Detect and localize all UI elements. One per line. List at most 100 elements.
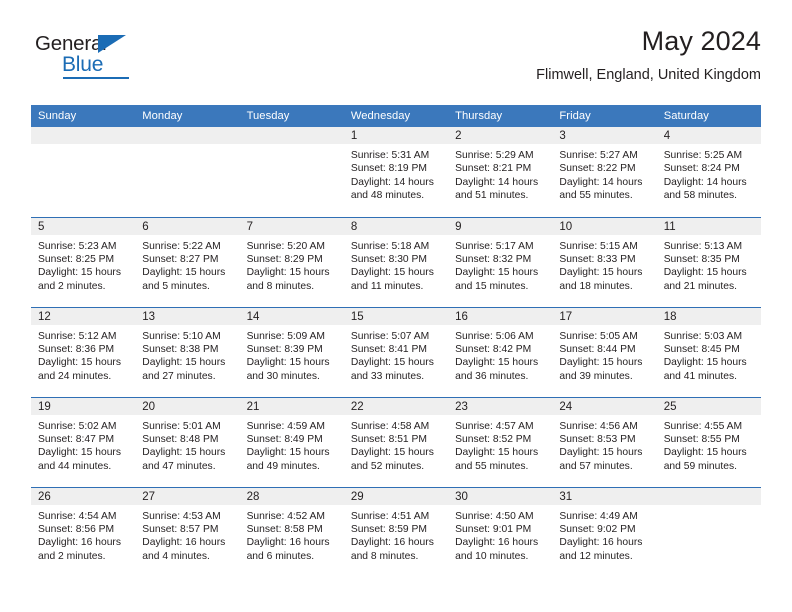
calendar-day-cell[interactable]: 17 Sunrise: 5:05 AM Sunset: 8:44 PM Dayligh… (552, 306, 657, 397)
daylight-text-line2: and 49 minutes. (246, 460, 320, 472)
calendar-day-cell[interactable]: 14 Sunrise: 5:09 AM Sunset: 8:39 PM Dayligh… (239, 306, 344, 397)
daylight-text-line2: and 24 minutes. (38, 370, 112, 382)
calendar-day-cell[interactable]: 2 Sunrise: 5:29 AM Sunset: 8:21 PM Daylight… (448, 127, 553, 217)
sunrise-text: Sunrise: 4:56 AM (559, 420, 638, 432)
sunset-text: Sunset: 8:30 PM (350, 253, 427, 265)
weekday-header-tuesday: Tuesday (239, 105, 344, 127)
calendar-day-cell[interactable]: 12 Sunrise: 5:12 AM Sunset: 8:36 PM Dayligh… (31, 306, 136, 397)
sunrise-text: Sunrise: 4:52 AM (246, 510, 325, 522)
general-blue-logo[interactable]: General Blue (35, 32, 155, 80)
day-number: 28 (239, 487, 344, 505)
calendar-day-cell[interactable]: 20 Sunrise: 5:01 AM Sunset: 8:48 PM Dayligh… (135, 396, 240, 487)
calendar-day-cell[interactable]: 22 Sunrise: 4:58 AM Sunset: 8:51 PM Dayligh… (343, 396, 449, 487)
calendar-day-cell[interactable]: 28 Sunrise: 4:52 AM Sunset: 8:58 PM Dayligh… (239, 486, 344, 577)
sunset-text: Sunset: 8:21 PM (455, 163, 532, 175)
calendar-day-cell[interactable]: 5 Sunrise: 5:23 AM Sunset: 8:25 PM Daylight… (31, 216, 136, 307)
day-cell-inner: 4 Sunrise: 5:25 AM Sunset: 8:24 PM Daylight… (656, 127, 761, 217)
day-cell-details: Sunrise: 4:50 AM Sunset: 9:01 PM Daylight:… (448, 505, 552, 564)
day-cell-inner: 15 Sunrise: 5:07 AM Sunset: 8:41 PM Dayligh… (343, 307, 449, 397)
calendar-day-cell[interactable]: 3 Sunrise: 5:27 AM Sunset: 8:22 PM Daylight… (552, 127, 657, 217)
calendar-day-cell[interactable]: 31 Sunrise: 4:49 AM Sunset: 9:02 PM Dayligh… (552, 486, 657, 577)
day-number: 14 (239, 307, 344, 325)
calendar-day-cell[interactable]: 8 Sunrise: 5:18 AM Sunset: 8:30 PM Daylight… (343, 216, 449, 307)
sunset-text: Sunset: 8:35 PM (663, 253, 740, 265)
sunrise-text: Sunrise: 5:22 AM (142, 240, 221, 252)
calendar-day-cell[interactable]: 9 Sunrise: 5:17 AM Sunset: 8:32 PM Daylight… (448, 216, 553, 307)
sunset-text: Sunset: 8:19 PM (350, 163, 427, 175)
calendar-day-cell[interactable]: 1 Sunrise: 5:31 AM Sunset: 8:19 PM Daylight… (343, 127, 449, 217)
weekday-header-thursday: Thursday (448, 105, 553, 127)
daylight-text-line2: and 12 minutes. (559, 550, 633, 562)
sunrise-text: Sunrise: 4:55 AM (663, 420, 743, 432)
day-number: 2 (448, 127, 553, 144)
day-cell-inner: 11 Sunrise: 5:13 AM Sunset: 8:35 PM Dayligh… (656, 217, 761, 307)
calendar-day-cell[interactable]: 16 Sunrise: 5:06 AM Sunset: 8:42 PM Dayligh… (448, 306, 553, 397)
sunrise-text: Sunrise: 5:06 AM (455, 330, 534, 342)
day-number: 10 (552, 217, 657, 235)
day-cell-details: Sunrise: 5:07 AM Sunset: 8:41 PM Daylight:… (344, 325, 448, 384)
daylight-text-line2: and 27 minutes. (142, 370, 216, 382)
sunrise-text: Sunrise: 4:57 AM (455, 420, 534, 432)
daylight-text-line1: Daylight: 16 hours (246, 537, 330, 549)
calendar-week-row: 19 Sunrise: 5:02 AM Sunset: 8:47 PM Dayligh… (31, 396, 761, 487)
calendar-day-cell[interactable]: 29 Sunrise: 4:51 AM Sunset: 8:59 PM Dayligh… (343, 486, 449, 577)
daylight-text-line2: and 59 minutes. (663, 460, 737, 472)
daylight-text-line1: Daylight: 15 hours (38, 447, 121, 459)
calendar-day-cell[interactable]: 18 Sunrise: 5:03 AM Sunset: 8:45 PM Dayligh… (656, 306, 761, 397)
daylight-text-line1: Daylight: 15 hours (142, 447, 226, 459)
daylight-text-line1: Daylight: 15 hours (246, 267, 330, 279)
calendar-day-cell[interactable]: 4 Sunrise: 5:25 AM Sunset: 8:24 PM Daylight… (656, 127, 761, 217)
day-cell-details: Sunrise: 5:23 AM Sunset: 8:25 PM Daylight:… (31, 235, 135, 294)
page-header: General Blue May 2024 Flimwell, England,… (31, 24, 761, 100)
day-cell-details: Sunrise: 5:03 AM Sunset: 8:45 PM Daylight:… (657, 325, 761, 384)
calendar-day-cell[interactable]: 25 Sunrise: 4:55 AM Sunset: 8:55 PM Dayligh… (656, 396, 761, 487)
day-number: 29 (343, 487, 449, 505)
calendar-header-row: Sunday Monday Tuesday Wednesday Thursday… (31, 105, 761, 127)
sunrise-text: Sunrise: 5:10 AM (142, 330, 221, 342)
calendar-day-cell[interactable]: 13 Sunrise: 5:10 AM Sunset: 8:38 PM Dayligh… (135, 306, 240, 397)
calendar-day-cell[interactable]: 15 Sunrise: 5:07 AM Sunset: 8:41 PM Dayligh… (343, 306, 449, 397)
calendar-day-cell[interactable]: 7 Sunrise: 5:20 AM Sunset: 8:29 PM Daylight… (239, 216, 344, 307)
daylight-text-line2: and 48 minutes. (350, 190, 425, 202)
day-cell-details: Sunrise: 5:02 AM Sunset: 8:47 PM Daylight:… (31, 415, 135, 474)
calendar-day-cell[interactable]: 27 Sunrise: 4:53 AM Sunset: 8:57 PM Dayligh… (135, 486, 240, 577)
day-cell-details: Sunrise: 5:17 AM Sunset: 8:32 PM Daylight:… (448, 235, 552, 294)
daylight-text-line2: and 47 minutes. (142, 460, 216, 472)
calendar-page: General Blue May 2024 Flimwell, England,… (0, 0, 792, 612)
calendar-day-cell[interactable]: 21 Sunrise: 4:59 AM Sunset: 8:49 PM Dayligh… (239, 396, 344, 487)
day-number: 17 (552, 307, 657, 325)
daylight-text-line1: Daylight: 15 hours (559, 267, 643, 279)
sunset-text: Sunset: 8:44 PM (559, 343, 636, 355)
calendar-day-cell[interactable]: 6 Sunrise: 5:22 AM Sunset: 8:27 PM Daylight… (135, 216, 240, 307)
calendar-day-cell[interactable]: 19 Sunrise: 5:02 AM Sunset: 8:47 PM Dayligh… (31, 396, 136, 487)
day-number: 19 (31, 397, 136, 415)
calendar-day-cell[interactable]: 26 Sunrise: 4:54 AM Sunset: 8:56 PM Dayligh… (31, 486, 136, 578)
day-cell-inner: 5 Sunrise: 5:23 AM Sunset: 8:25 PM Daylight… (31, 217, 136, 307)
day-cell-inner: 12 Sunrise: 5:12 AM Sunset: 8:36 PM Dayligh… (31, 307, 136, 397)
day-cell-details: Sunrise: 4:53 AM Sunset: 8:57 PM Daylight:… (135, 505, 239, 564)
day-cell-inner: 26 Sunrise: 4:54 AM Sunset: 8:56 PM Dayligh… (31, 487, 136, 578)
day-cell-details: Sunrise: 5:13 AM Sunset: 8:35 PM Daylight:… (657, 235, 761, 294)
calendar-day-cell[interactable]: 10 Sunrise: 5:15 AM Sunset: 8:33 PM Dayligh… (552, 216, 657, 307)
sunset-text: Sunset: 9:01 PM (455, 523, 532, 535)
sunset-text: Sunset: 8:53 PM (559, 433, 636, 445)
sunset-text: Sunset: 8:56 PM (38, 523, 115, 535)
day-number: 24 (552, 397, 657, 415)
calendar-day-cell[interactable]: 30 Sunrise: 4:50 AM Sunset: 9:01 PM Dayligh… (448, 486, 553, 577)
day-number: 18 (656, 307, 761, 325)
sunrise-text: Sunrise: 5:09 AM (246, 330, 325, 342)
daylight-text-line2: and 2 minutes. (38, 550, 106, 562)
daylight-text-line1: Daylight: 15 hours (663, 267, 747, 279)
calendar-day-cell[interactable]: 24 Sunrise: 4:56 AM Sunset: 8:53 PM Dayligh… (552, 396, 657, 487)
daylight-text-line2: and 8 minutes. (350, 550, 419, 562)
calendar-day-cell[interactable]: 11 Sunrise: 5:13 AM Sunset: 8:35 PM Dayligh… (656, 216, 761, 307)
day-cell-details: Sunrise: 4:59 AM Sunset: 8:49 PM Daylight:… (240, 415, 344, 474)
calendar-week-row: 5 Sunrise: 5:23 AM Sunset: 8:25 PM Daylight… (31, 216, 761, 307)
day-cell-details: Sunrise: 5:06 AM Sunset: 8:42 PM Daylight:… (448, 325, 552, 384)
daylight-text-line1: Daylight: 15 hours (455, 357, 539, 369)
sunset-text: Sunset: 8:24 PM (663, 163, 740, 175)
day-cell-inner: 8 Sunrise: 5:18 AM Sunset: 8:30 PM Daylight… (343, 217, 449, 307)
day-number: 30 (448, 487, 553, 505)
day-cell-details: Sunrise: 4:56 AM Sunset: 8:53 PM Daylight:… (552, 415, 656, 474)
calendar-day-cell[interactable]: 23 Sunrise: 4:57 AM Sunset: 8:52 PM Dayligh… (448, 396, 553, 487)
